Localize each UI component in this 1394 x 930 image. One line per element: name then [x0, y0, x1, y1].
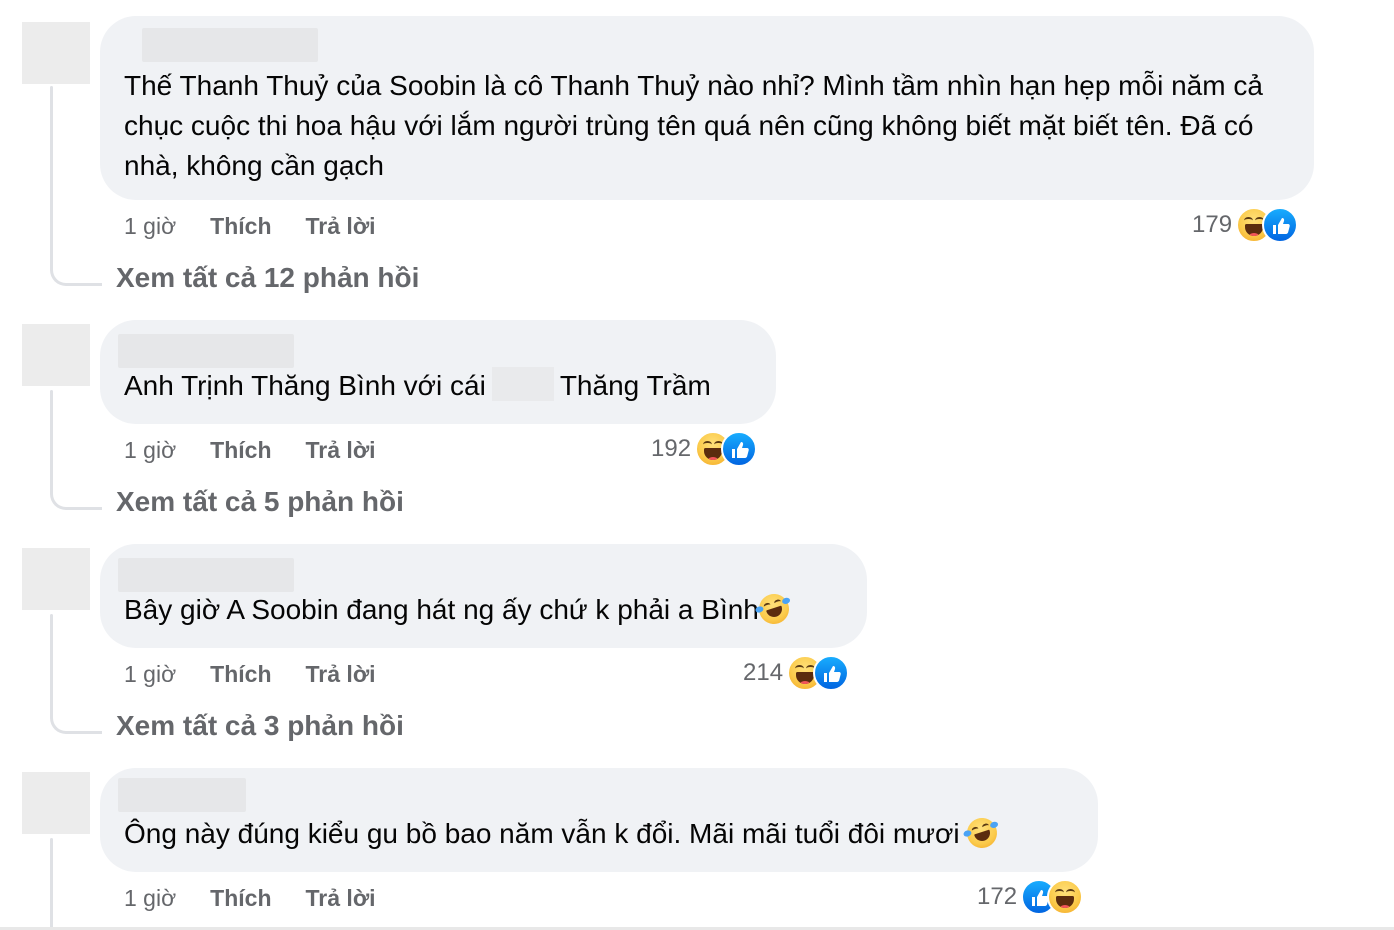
comment-bubble: Anh Trịnh Thăng Bình với cái Thăng Trầm — [100, 320, 776, 424]
comment-text: Anh Trịnh Thăng Bình với cái Thăng Trầm — [124, 366, 750, 406]
like-button[interactable]: Thích — [210, 213, 271, 240]
reaction-count: 172 — [977, 883, 1018, 910]
comment-text-body: Ông này đúng kiểu gu bồ bao năm vẫn k đổ… — [124, 818, 960, 849]
thread-elbow — [50, 712, 102, 734]
thread-elbow — [50, 264, 102, 286]
like-button[interactable]: Thích — [210, 885, 271, 912]
thread-elbow — [50, 488, 102, 510]
comment-text: Bây giờ A Soobin đang hát ng ấy chứ k ph… — [124, 590, 841, 630]
avatar[interactable] — [22, 22, 90, 84]
comment-text: Ông này đúng kiểu gu bồ bao năm vẫn k đổ… — [124, 814, 1072, 854]
comment-actions: 1 giờ Thích Trả lời — [124, 658, 376, 690]
comment-time[interactable]: 1 giờ — [124, 885, 176, 912]
redacted-word — [491, 367, 554, 401]
like-button[interactable]: Thích — [210, 437, 271, 464]
comment-actions: 1 giờ Thích Trả lời — [124, 210, 376, 242]
haha-icon — [1047, 879, 1084, 915]
comment-bubble: Thế Thanh Thuỷ của Soobin là cô Thanh Th… — [100, 16, 1314, 200]
comment-text: Thế Thanh Thuỷ của Soobin là cô Thanh Th… — [124, 70, 1271, 181]
reaction-summary[interactable]: 192 — [651, 430, 758, 468]
reply-button[interactable]: Trả lời — [306, 437, 376, 464]
comment-text-body: Bây giờ A Soobin đang hát ng ấy chứ k ph… — [124, 594, 759, 625]
avatar[interactable] — [22, 772, 90, 834]
like-icon — [1262, 207, 1299, 243]
thread-line — [50, 390, 53, 490]
like-icon — [813, 655, 850, 691]
comment-time[interactable]: 1 giờ — [124, 213, 176, 240]
author-name-redacted[interactable] — [118, 558, 294, 592]
like-icon — [721, 431, 758, 467]
thread-line — [50, 614, 53, 714]
reply-button[interactable]: Trả lời — [306, 661, 376, 688]
reaction-summary[interactable]: 179 — [1192, 206, 1299, 244]
view-replies-link[interactable]: Xem tất cả 12 phản hồi — [116, 262, 419, 294]
author-name-redacted[interactable] — [142, 28, 318, 62]
avatar[interactable] — [22, 548, 90, 610]
comment-time[interactable]: 1 giờ — [124, 661, 176, 688]
comment-bubble: Bây giờ A Soobin đang hát ng ấy chứ k ph… — [100, 544, 867, 648]
reaction-count: 192 — [651, 435, 692, 462]
like-button[interactable]: Thích — [210, 661, 271, 688]
reaction-summary[interactable]: 214 — [743, 654, 850, 692]
view-replies-link[interactable]: Xem tất cả 3 phản hồi — [116, 710, 404, 742]
reaction-summary[interactable]: 172 — [977, 878, 1084, 916]
avatar[interactable] — [22, 324, 90, 386]
reaction-count: 179 — [1192, 211, 1233, 238]
comment-text-after: Thăng Trầm — [559, 370, 711, 401]
comment-actions: 1 giờ Thích Trả lời — [124, 434, 376, 466]
comment-time[interactable]: 1 giờ — [124, 437, 176, 464]
view-replies-link[interactable]: Xem tất cả 5 phản hồi — [116, 486, 404, 518]
comment-actions: 1 giờ Thích Trả lời — [124, 882, 376, 914]
reply-button[interactable]: Trả lời — [306, 213, 376, 240]
rolling-laughing-emoji — [963, 814, 1002, 852]
author-name-redacted[interactable] — [118, 334, 294, 368]
comment-text-before: Anh Trịnh Thăng Bình với cái — [124, 370, 486, 401]
author-name-redacted[interactable] — [118, 778, 246, 812]
reaction-count: 214 — [743, 659, 784, 686]
rolling-laughing-emoji — [754, 590, 793, 628]
thread-line — [50, 86, 53, 266]
reply-button[interactable]: Trả lời — [306, 885, 376, 912]
comment-bubble: Ông này đúng kiểu gu bồ bao năm vẫn k đổ… — [100, 768, 1098, 872]
thread-line — [50, 838, 53, 930]
